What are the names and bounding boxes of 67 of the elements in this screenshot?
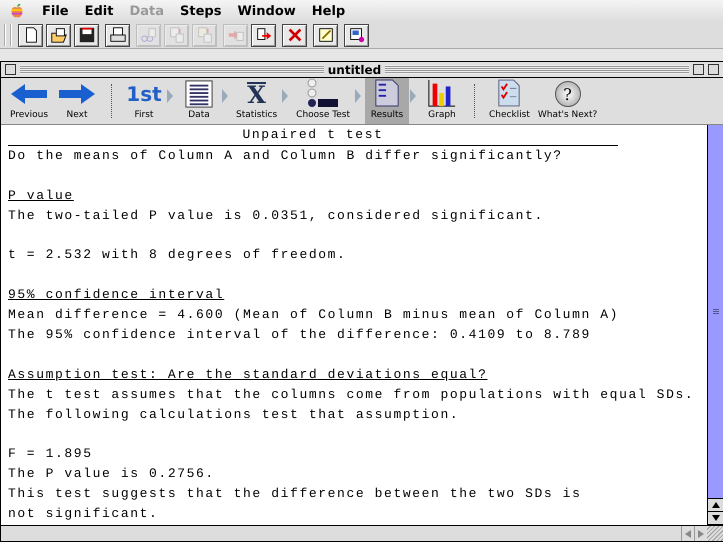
result-text: This test suggests that the difference between the two SDs is xyxy=(8,485,582,504)
section-heading: 95% confidence interval xyxy=(8,286,226,304)
apple-logo-icon[interactable] xyxy=(10,3,24,19)
resize-grip-icon[interactable] xyxy=(707,526,723,541)
layout-icon xyxy=(348,26,366,44)
chevron-icon xyxy=(166,88,174,104)
step-button[interactable]: Results xyxy=(364,78,409,124)
step-button[interactable]: ? What's Next? xyxy=(534,78,602,124)
notes-button[interactable] xyxy=(313,24,338,46)
chevron-icon xyxy=(281,88,290,104)
result-text: The t test assumes that the columns come from populations with equal SDs. xyxy=(8,386,696,404)
save-button[interactable] xyxy=(74,24,99,46)
step-button[interactable]: Graph xyxy=(420,78,464,124)
table-icon xyxy=(185,80,213,108)
section-heading: P value xyxy=(8,186,75,205)
document-icon xyxy=(374,78,400,108)
delete-button[interactable] xyxy=(282,24,307,46)
step-button[interactable]: Data xyxy=(177,78,221,124)
result-text: t = 2.532 with 8 degrees of freedom. xyxy=(8,246,348,264)
bar-chart-icon xyxy=(426,78,457,108)
report-title: Unpaired t test xyxy=(8,125,618,146)
scroll-down-icon[interactable] xyxy=(712,515,720,521)
window-title: untitled xyxy=(328,62,382,76)
chevron-icon xyxy=(221,88,229,104)
result-text: The P value is 0.2756. xyxy=(8,465,216,484)
menu-item[interactable]: File xyxy=(34,4,77,18)
menu-item[interactable]: Steps xyxy=(172,4,230,18)
copy-icon xyxy=(168,26,186,44)
toolbar-handle[interactable] xyxy=(4,24,12,46)
new-button[interactable] xyxy=(18,24,43,46)
menu-item[interactable]: Edit xyxy=(76,4,122,18)
printer-icon xyxy=(108,26,126,44)
step-button[interactable]: Checklist xyxy=(484,78,534,124)
step-button[interactable]: X Statistics xyxy=(232,78,282,124)
step-button[interactable]: Next xyxy=(53,78,101,124)
step-button[interactable]: Choose Test xyxy=(292,78,354,124)
open-button[interactable] xyxy=(46,24,71,46)
scroll-left-icon[interactable] xyxy=(685,530,691,538)
scissors-icon xyxy=(140,26,158,44)
scroll-right-icon[interactable] xyxy=(698,530,704,538)
result-text: Mean difference = 4.600 (Mean of Column B minus mean of Column A) xyxy=(8,306,620,324)
checklist-icon xyxy=(497,78,522,108)
result-text: The 95% confidence interval of the difference: 0.4109 to 8.789 xyxy=(8,326,592,344)
collapse-box[interactable] xyxy=(708,64,720,75)
chevron-icon xyxy=(408,88,417,104)
result-text: not significant. xyxy=(8,505,160,524)
radio-options-icon xyxy=(306,78,340,108)
menu-item[interactable]: Help xyxy=(304,4,354,18)
layout-button[interactable] xyxy=(344,24,369,46)
step-button[interactable]: Previous xyxy=(5,78,53,124)
close-box[interactable] xyxy=(5,64,16,75)
step-button[interactable]: 1st First xyxy=(122,78,166,124)
scroll-up-icon[interactable] xyxy=(712,502,720,508)
notepad-icon xyxy=(316,26,334,44)
result-text: The two-tailed P value is 0.0351, considered significant. xyxy=(8,206,545,225)
section-heading: Assumption test: Are the standard deviations equal? xyxy=(8,366,488,384)
folder-icon xyxy=(50,26,68,44)
menu-item[interactable]: Window xyxy=(229,4,304,18)
result-text: Do the means of Column A and Column B differ significantly? xyxy=(8,146,564,165)
chevron-icon xyxy=(354,88,362,104)
paste-icon xyxy=(196,26,214,44)
result-text: F = 1.895 xyxy=(8,445,94,464)
print-button[interactable] xyxy=(105,24,130,46)
result-text: The following calculations test that assumption. xyxy=(8,406,460,424)
zoom-box[interactable] xyxy=(693,64,704,75)
vertical-scrollbar[interactable] xyxy=(707,125,723,525)
export-button[interactable] xyxy=(251,24,276,46)
